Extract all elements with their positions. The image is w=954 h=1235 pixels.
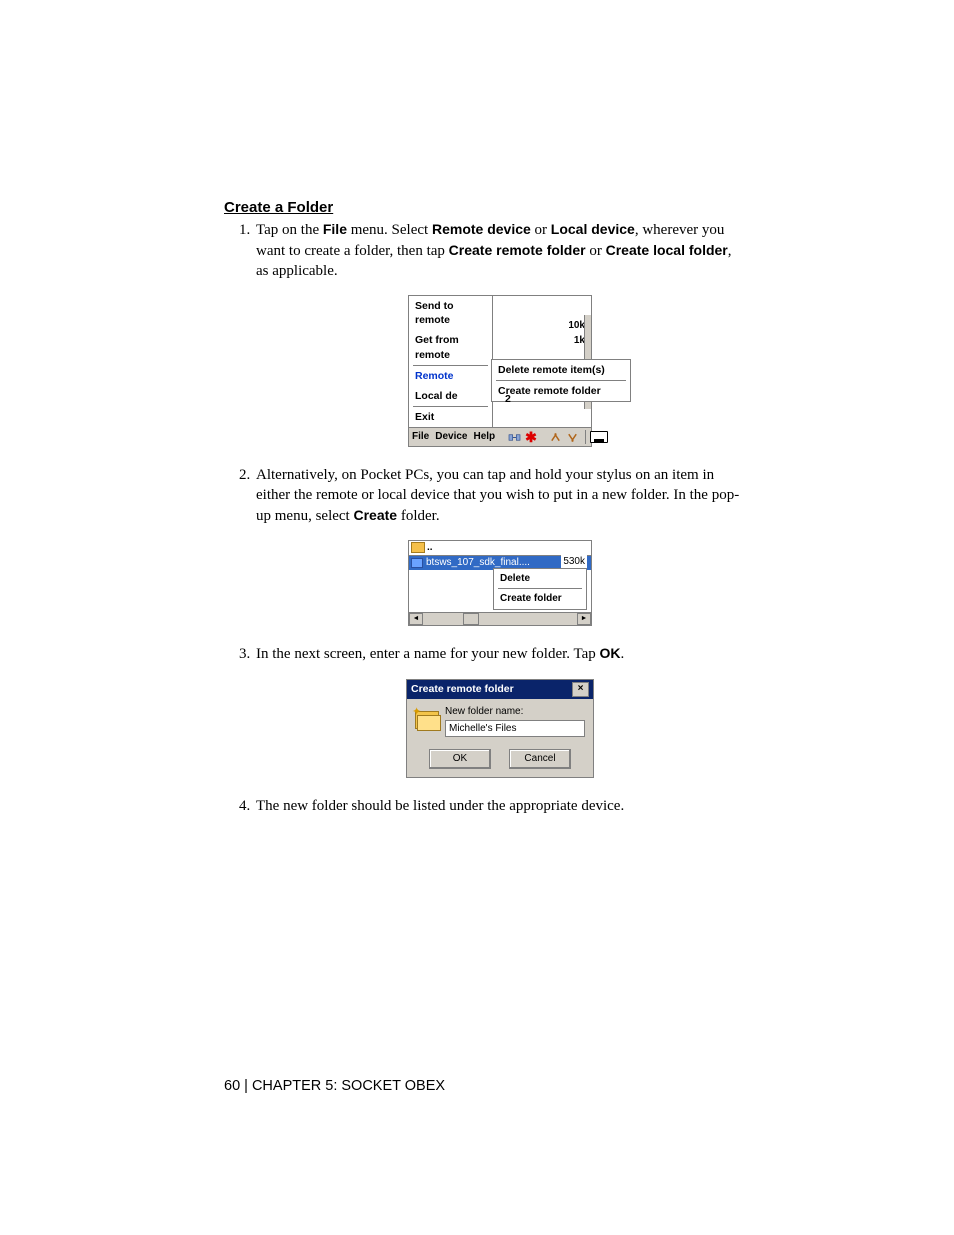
keyboard-icon[interactable]	[590, 431, 608, 443]
section-heading: Create a Folder	[224, 198, 744, 218]
new-folder-icon: ✦	[415, 707, 439, 731]
cancel-button[interactable]: Cancel	[509, 749, 571, 769]
dialog-title-bar: Create remote folder ×	[407, 680, 593, 699]
ok-button[interactable]: OK	[429, 749, 491, 769]
new-folder-name-label: New folder name:	[445, 705, 585, 719]
step3-post: .	[621, 646, 625, 662]
figure-1: Send to remote Get from remote Remote Lo…	[408, 295, 592, 447]
toolbar-file[interactable]: File	[411, 430, 430, 444]
menu-exit[interactable]: Exit	[409, 407, 492, 427]
selected-file-size: 530k	[561, 555, 587, 569]
menu-send-to-remote[interactable]: Send to remote	[409, 296, 492, 330]
transfer-icon[interactable]	[508, 431, 521, 444]
ctx-create-folder[interactable]: Create folder	[494, 589, 586, 609]
step1-m4: or	[586, 243, 606, 259]
scroll-right-arrow-icon[interactable]: ►	[577, 613, 591, 625]
folder-up-label: ..	[427, 541, 433, 555]
new-folder-name-input[interactable]	[445, 720, 585, 737]
step-2: Alternatively, on Pocket PCs, you can ta…	[254, 465, 744, 626]
step1-m2: or	[531, 222, 551, 238]
connect-up-icon[interactable]	[549, 431, 562, 444]
submenu-delete-remote-items[interactable]: Delete remote item(s)	[492, 360, 630, 380]
page-footer: 60 | CHAPTER 5: SOCKET OBEX	[224, 1077, 445, 1097]
folder-up-icon[interactable]	[411, 542, 425, 553]
step3-pre: In the next screen, enter a name for you…	[256, 646, 600, 662]
submenu-remote: Delete remote item(s) Create remote fold…	[491, 359, 631, 402]
step2-post: folder.	[397, 508, 440, 524]
filesize-1k: 1k	[568, 333, 585, 348]
filesize-10k: 10k	[568, 318, 585, 333]
step-4: The new folder should be listed under th…	[254, 796, 744, 816]
scroll-thumb[interactable]	[463, 613, 479, 625]
figure-3-dialog: Create remote folder × ✦ New folder name…	[406, 679, 594, 779]
menu-get-from-remote[interactable]: Get from remote	[409, 330, 492, 364]
ctx-delete[interactable]: Delete	[494, 569, 586, 589]
step-1: Tap on the File menu. Select Remote devi…	[254, 220, 744, 447]
step1-b5: Create local folder	[606, 242, 728, 258]
step4-text: The new folder should be listed under th…	[256, 798, 624, 814]
horizontal-scrollbar[interactable]: ◄ ►	[409, 612, 591, 625]
bottom-toolbar: File Device Help ✱	[409, 427, 591, 446]
toolbar-help[interactable]: Help	[472, 430, 496, 444]
page-count-indicator: 2	[505, 392, 511, 406]
step1-b2: Remote device	[432, 221, 531, 237]
step2-b1: Create	[353, 507, 397, 523]
step1-b4: Create remote folder	[449, 242, 586, 258]
menu-remote-device[interactable]: Remote	[409, 366, 492, 386]
toolbar-device[interactable]: Device	[434, 430, 468, 444]
step3-b1: OK	[600, 645, 621, 661]
step2-pre: Alternatively, on Pocket PCs, you can ta…	[256, 467, 739, 524]
submenu-create-remote-folder[interactable]: Create remote folder	[492, 381, 630, 401]
dialog-title: Create remote folder	[411, 682, 514, 696]
dialog-close-button[interactable]: ×	[572, 682, 589, 697]
file-icon	[411, 558, 423, 568]
context-menu: Delete Create folder	[493, 568, 587, 610]
step1-b3: Local device	[551, 221, 635, 237]
disconnect-icon[interactable]: ✱	[525, 431, 537, 444]
step-3: In the next screen, enter a name for you…	[254, 644, 744, 778]
step1-text: Tap on the	[256, 222, 323, 238]
scroll-left-arrow-icon[interactable]: ◄	[409, 613, 423, 625]
connect-down-icon[interactable]	[566, 431, 579, 444]
step1-b1: File	[323, 221, 347, 237]
figure-2: .. btsws_107_sdk_final.... 530k Delete C…	[408, 540, 592, 626]
step1-m1: menu. Select	[347, 222, 432, 238]
menu-local-device[interactable]: Local de	[409, 386, 492, 406]
